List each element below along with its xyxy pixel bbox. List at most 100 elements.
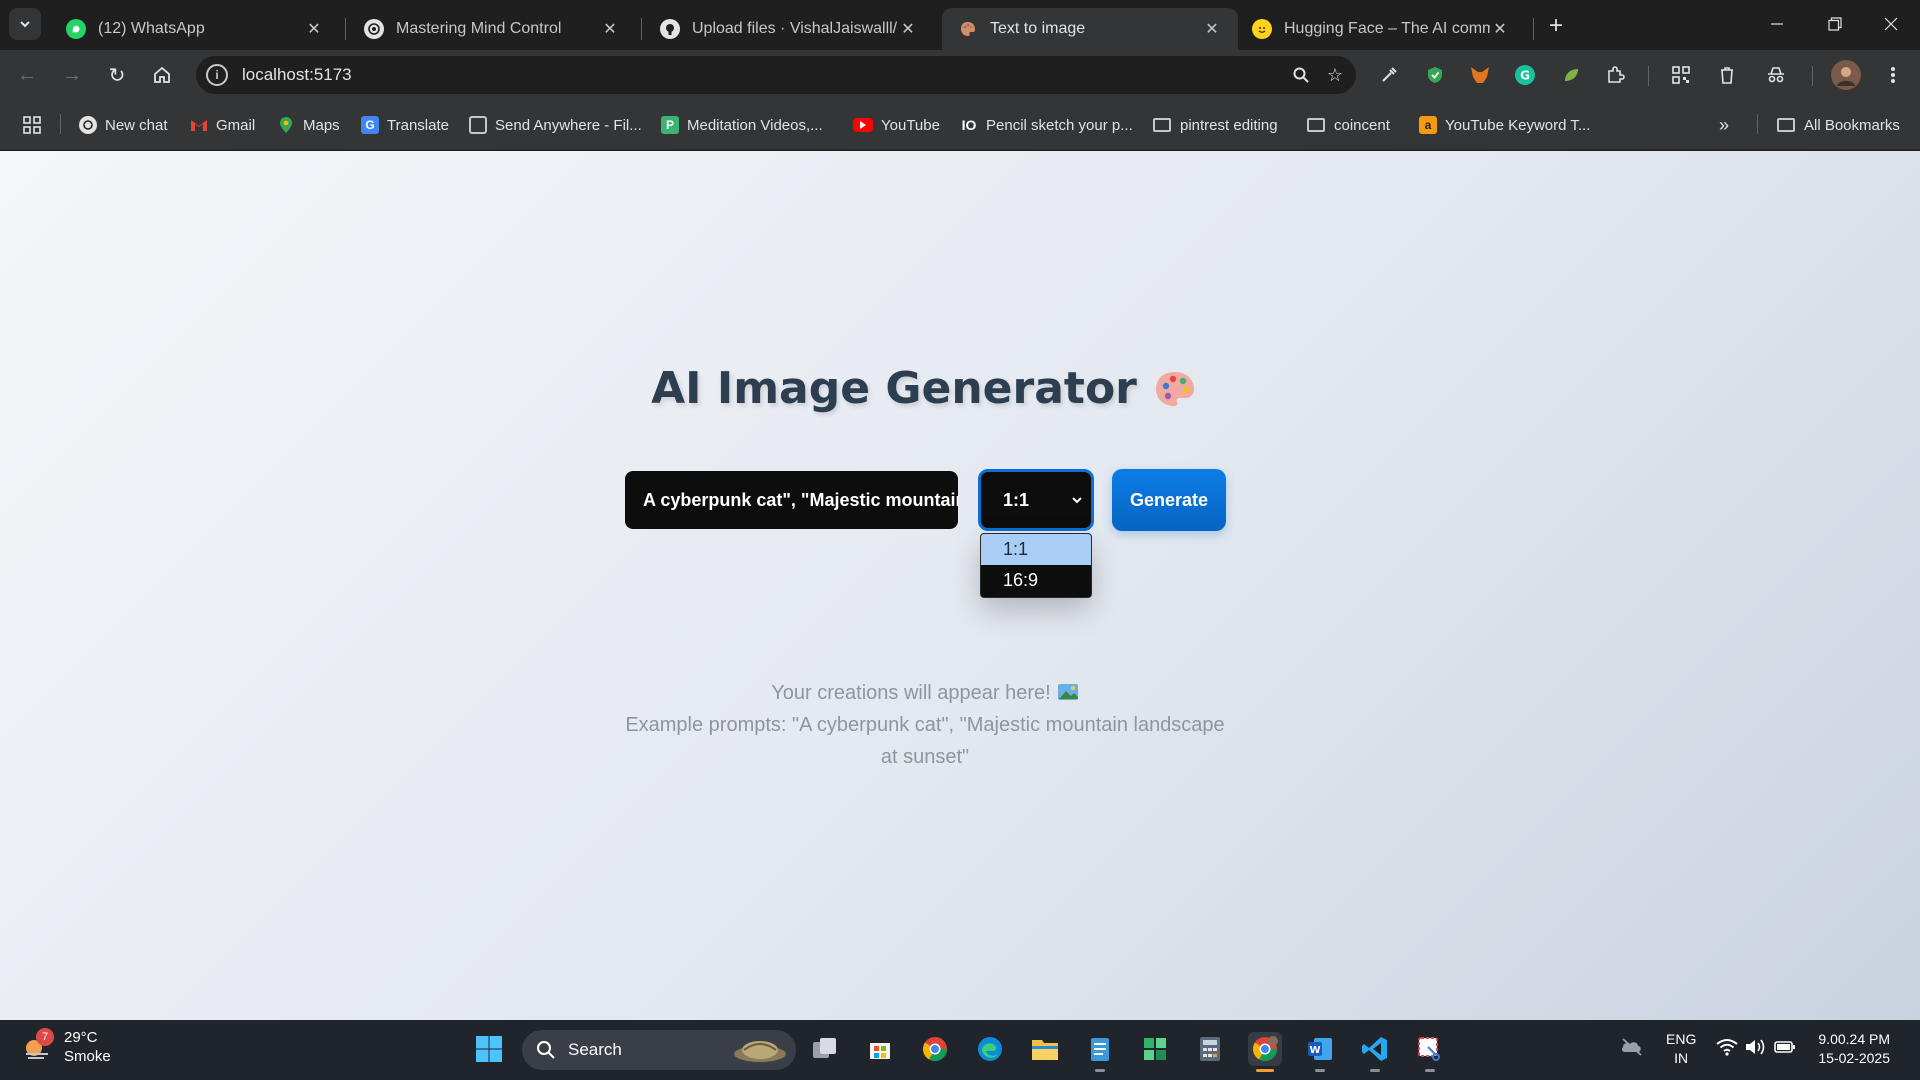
site-info-icon[interactable]: i [206, 64, 228, 86]
aspect-option-16-9[interactable]: 16:9 [981, 565, 1091, 596]
chrome-profile-icon[interactable] [1248, 1032, 1282, 1072]
zoom-icon[interactable] [1284, 58, 1318, 92]
bookmark-gmail[interactable]: Gmail [190, 114, 255, 136]
running-indicator [1095, 1069, 1105, 1072]
microsoft-store-icon[interactable] [863, 1032, 897, 1066]
metamask-extension-icon[interactable] [1465, 60, 1495, 90]
minimize-icon [1771, 23, 1783, 25]
back-button[interactable]: ← [10, 58, 44, 92]
bookmark-star-icon[interactable]: ☆ [1318, 58, 1352, 92]
bookmark-label: YouTube Keyword T... [1445, 116, 1591, 134]
minimize-button[interactable] [1748, 0, 1806, 48]
snipping-tool-icon[interactable] [1138, 1032, 1172, 1066]
bookmark-send-anywhere[interactable]: Send Anywhere - Fil... [469, 114, 642, 136]
trash-icon[interactable] [1712, 60, 1742, 90]
bookmark-folder-coincent[interactable]: coincent [1307, 114, 1390, 136]
tab-hugging-face[interactable]: Hugging Face – The AI commun ✕ [1236, 8, 1526, 50]
word-icon[interactable]: W [1303, 1032, 1337, 1072]
extensions-puzzle-icon[interactable] [1600, 60, 1630, 90]
restore-button[interactable] [1806, 0, 1864, 48]
reload-icon: ↻ [108, 64, 126, 87]
bookmark-translate[interactable]: G Translate [361, 114, 449, 136]
bookmark-meditation-videos[interactable]: P Meditation Videos,... [661, 114, 823, 136]
system-clock[interactable]: 9.00.24 PM 15-02-2025 [1810, 1030, 1890, 1068]
folder-icon [1777, 118, 1795, 132]
palette-icon [1155, 372, 1194, 406]
eyedropper-extension-icon[interactable] [1374, 60, 1404, 90]
tab-divider [345, 18, 346, 40]
tab-search-button[interactable] [9, 8, 41, 40]
bookmarks-bar: New chat Gmail Maps G Translate Send Any… [0, 100, 1920, 150]
task-view-icon[interactable] [808, 1032, 842, 1066]
weather-widget[interactable]: 7 29°C Smoke [22, 1028, 111, 1066]
leaf-extension-icon[interactable] [1556, 60, 1586, 90]
bookmark-new-chat[interactable]: New chat [79, 114, 168, 136]
wifi-icon[interactable] [1716, 1038, 1738, 1060]
bookmark-pencil-sketch[interactable]: IO Pencil sketch your p... [960, 114, 1133, 136]
temperature: 29°C [64, 1029, 98, 1046]
snip-sketch-icon[interactable] [1413, 1032, 1447, 1072]
bookmark-divider [60, 114, 61, 134]
new-tab-button[interactable]: + [1542, 12, 1570, 40]
address-bar[interactable]: i localhost:5173 ☆ [196, 56, 1356, 94]
all-bookmarks-button[interactable]: All Bookmarks [1777, 114, 1900, 136]
tab-mastering-mind-control[interactable]: Mastering Mind Control ✕ [348, 8, 636, 50]
double-chevron-right-icon: » [1719, 114, 1730, 135]
bookmark-maps[interactable]: Maps [277, 114, 340, 136]
close-icon[interactable]: ✕ [1202, 19, 1222, 39]
bookmark-youtube-keyword-tool[interactable]: a YouTube Keyword T... [1419, 114, 1590, 136]
arrow-right-icon: → [62, 63, 82, 86]
tab-upload-files[interactable]: Upload files · VishalJaiswalll/Ima ✕ [644, 8, 934, 50]
folder-icon [1307, 118, 1325, 132]
more-bookmarks-button[interactable]: » [1719, 114, 1729, 136]
qr-code-icon[interactable] [1666, 60, 1696, 90]
aspect-option-1-1[interactable]: 1:1 [981, 534, 1091, 565]
taskbar-search[interactable]: Search [522, 1030, 796, 1070]
search-label: Search [568, 1040, 622, 1059]
close-icon[interactable]: ✕ [304, 19, 324, 39]
palette-favicon-icon [958, 19, 978, 39]
weather-condition: Smoke [64, 1048, 111, 1065]
tab-whatsapp[interactable]: (12) WhatsApp ✕ [50, 8, 340, 50]
reload-button[interactable]: ↻ [100, 58, 134, 92]
onedrive-offline-icon[interactable] [1620, 1036, 1644, 1060]
language-indicator[interactable]: ENG IN [1666, 1030, 1696, 1068]
vscode-icon[interactable] [1358, 1032, 1392, 1072]
kebab-menu-icon[interactable] [1878, 60, 1908, 90]
bookmark-youtube[interactable]: YouTube [853, 114, 940, 136]
bookmark-folder-pintrest-editing[interactable]: pintrest editing [1153, 114, 1278, 136]
tab-divider [1533, 18, 1534, 40]
address-text[interactable]: localhost:5173 [242, 65, 1284, 85]
chatgpt-icon [79, 116, 97, 134]
chrome-icon[interactable] [918, 1032, 952, 1066]
grammarly-extension-icon[interactable]: G [1510, 60, 1540, 90]
notepad-icon[interactable] [1083, 1032, 1117, 1072]
bookmark-label: Pencil sketch your p... [986, 116, 1133, 134]
file-explorer-icon[interactable] [1028, 1032, 1062, 1066]
battery-icon[interactable] [1774, 1040, 1796, 1058]
prompt-input[interactable]: A cyberpunk cat", "Majestic mountain [625, 471, 958, 529]
incognito-icon[interactable] [1761, 60, 1791, 90]
profile-avatar[interactable] [1831, 60, 1861, 90]
shield-extension-icon[interactable] [1420, 60, 1450, 90]
edge-icon[interactable] [973, 1032, 1007, 1066]
close-icon[interactable]: ✕ [898, 19, 918, 39]
forward-button[interactable]: → [55, 58, 89, 92]
calculator-icon[interactable] [1193, 1032, 1227, 1066]
close-icon[interactable]: ✕ [600, 19, 620, 39]
volume-icon[interactable] [1744, 1038, 1766, 1060]
tab-text-to-image[interactable]: Text to image ✕ [942, 8, 1238, 50]
windows-start-button[interactable] [472, 1032, 506, 1066]
chatgpt-icon [364, 19, 384, 39]
apps-grid-button[interactable] [22, 114, 42, 136]
bookmark-label: Meditation Videos,... [687, 116, 823, 134]
keyword-tool-icon: a [1419, 116, 1437, 134]
home-button[interactable] [145, 58, 179, 92]
close-icon[interactable]: ✕ [1490, 19, 1510, 39]
page-title: AI Image Generator [0, 363, 1848, 414]
close-window-button[interactable] [1862, 0, 1920, 48]
aspect-ratio-select[interactable]: 1:1 [978, 469, 1094, 531]
empty-state-message: Your creations will appear here! Example… [620, 677, 1230, 773]
generate-button[interactable]: Generate [1112, 469, 1226, 531]
bookmark-label: Translate [387, 116, 449, 134]
